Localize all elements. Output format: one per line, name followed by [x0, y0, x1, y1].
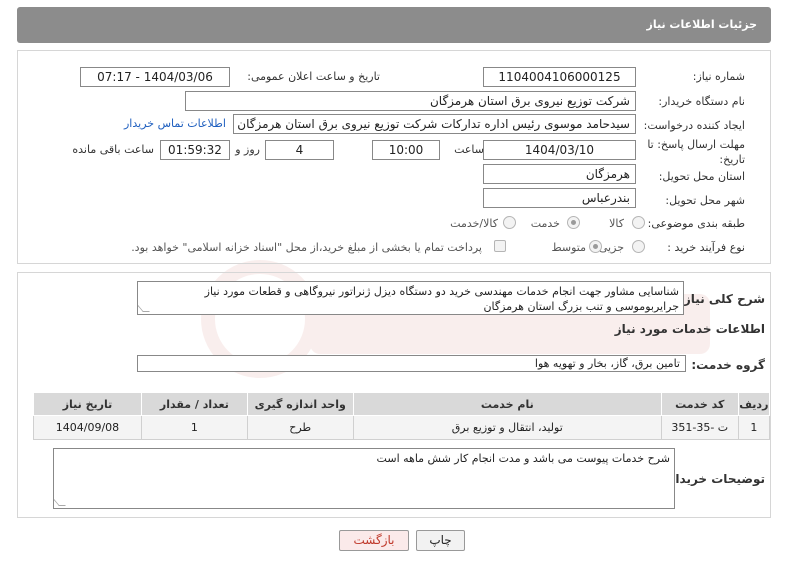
province-field[interactable]: هرمزگان — [483, 164, 636, 184]
deadline-label: مهلت ارسال پاسخ: تا — [647, 138, 745, 151]
col-header-need-date: تاریخ نیاز — [33, 392, 142, 416]
cell-row-number: 1 — [737, 415, 771, 440]
print-button[interactable]: چاپ — [416, 530, 465, 551]
buyer-org-label: نام دستگاه خریدار: — [658, 95, 745, 108]
buyer-contact-link[interactable]: اطلاعات تماس خریدار — [124, 117, 226, 130]
col-header-service-code: کد خدمت — [660, 392, 739, 416]
cell-service-code: ت -35-351 — [660, 415, 739, 440]
need-number-field[interactable]: 1104004106000125 — [483, 67, 636, 87]
treasury-payment-note: پرداخت تمام یا بخشی از مبلغ خرید،از محل … — [131, 241, 482, 254]
table-row: 1 ت -35-351 تولید، انتقال و توزیع برق طر… — [33, 415, 771, 440]
cell-unit: طرح — [246, 415, 354, 440]
creator-field[interactable]: سیدحامد موسوی رئیس اداره تدارکات شرکت تو… — [233, 114, 636, 134]
process-radio-medium[interactable] — [589, 240, 602, 253]
category-radio-goods[interactable] — [632, 216, 645, 229]
col-header-unit: واحد اندازه گیری — [246, 392, 354, 416]
process-radio-minor[interactable] — [632, 240, 645, 253]
category-label: طبقه بندی موضوعی: — [647, 217, 745, 230]
category-option-service: خدمت — [530, 217, 560, 230]
announce-date-label: تاریخ و ساعت اعلان عمومی: — [247, 70, 380, 83]
col-header-service-name: نام خدمت — [352, 392, 662, 416]
service-group-field[interactable]: تامین برق، گاز، بخار و تهویه هوا — [137, 355, 686, 372]
col-header-quantity: تعداد / مقدار — [140, 392, 248, 416]
days-remaining-field[interactable]: 4 — [265, 140, 334, 160]
deadline-time-label: ساعت — [454, 143, 484, 156]
buyer-notes-label: توضیحات خریدار: — [663, 472, 765, 486]
buyer-org-field[interactable]: شرکت توزیع نیروی برق استان هرمزگان — [185, 91, 636, 111]
need-summary-text: شناسایی مشاور جهت انجام خدمات مهندسی خری… — [204, 285, 679, 313]
province-label: استان محل تحویل: — [658, 170, 745, 183]
cell-service-name: تولید، انتقال و توزیع برق — [352, 415, 662, 440]
page-title-bar: جزئیات اطلاعات نیاز — [17, 7, 771, 43]
category-radio-goods-service[interactable] — [503, 216, 516, 229]
cell-need-date: 1404/09/08 — [33, 415, 142, 440]
service-group-label: گروه خدمت: — [691, 358, 765, 372]
page-title: جزئیات اطلاعات نیاز — [646, 18, 758, 31]
city-field[interactable]: بندرعباس — [483, 188, 636, 208]
cell-quantity: 1 — [140, 415, 248, 440]
deadline-date-field[interactable]: 1404/03/10 — [483, 140, 636, 160]
buyer-notes-text: شرح خدمات پیوست می باشد و مدت انجام کار … — [376, 452, 670, 465]
need-number-label: شماره نیاز: — [692, 70, 745, 83]
category-radio-service[interactable] — [567, 216, 580, 229]
services-table: ردیف کد خدمت نام خدمت واحد اندازه گیری ت… — [33, 392, 771, 440]
announce-date-field[interactable]: 1404/03/06 - 07:17 — [80, 67, 230, 87]
creator-label: ایجاد کننده درخواست: — [643, 119, 745, 132]
deadline-time-field[interactable]: 10:00 — [372, 140, 440, 160]
category-option-goods: کالا — [609, 217, 624, 230]
need-summary-label: شرح کلی نیاز: — [679, 292, 765, 306]
need-summary-textarea[interactable]: شناسایی مشاور جهت انجام خدمات مهندسی خری… — [137, 281, 684, 315]
time-remaining-field[interactable]: 01:59:32 — [160, 140, 230, 160]
treasury-payment-checkbox[interactable] — [494, 240, 506, 252]
category-option-goods-service: کالا/خدمت — [450, 217, 498, 230]
table-header-row: ردیف کد خدمت نام خدمت واحد اندازه گیری ت… — [33, 392, 771, 416]
time-remaining-label: ساعت باقی مانده — [72, 143, 154, 156]
services-heading: اطلاعات خدمات مورد نیاز — [614, 322, 765, 336]
process-option-medium: متوسط — [551, 241, 586, 254]
buyer-notes-textarea[interactable]: شرح خدمات پیوست می باشد و مدت انجام کار … — [53, 448, 675, 509]
days-label: روز و — [235, 143, 260, 156]
resize-grip-icon[interactable] — [138, 305, 150, 312]
process-option-minor: جزیی — [598, 241, 624, 254]
back-button[interactable]: بازگشت — [339, 530, 409, 551]
city-label: شهر محل تحویل: — [665, 194, 745, 207]
resize-grip-icon[interactable] — [54, 499, 66, 506]
deadline-date-label: تاریخ: — [719, 153, 745, 166]
col-header-row-number: ردیف — [737, 392, 771, 416]
process-label: نوع فرآیند خرید : — [667, 241, 745, 254]
